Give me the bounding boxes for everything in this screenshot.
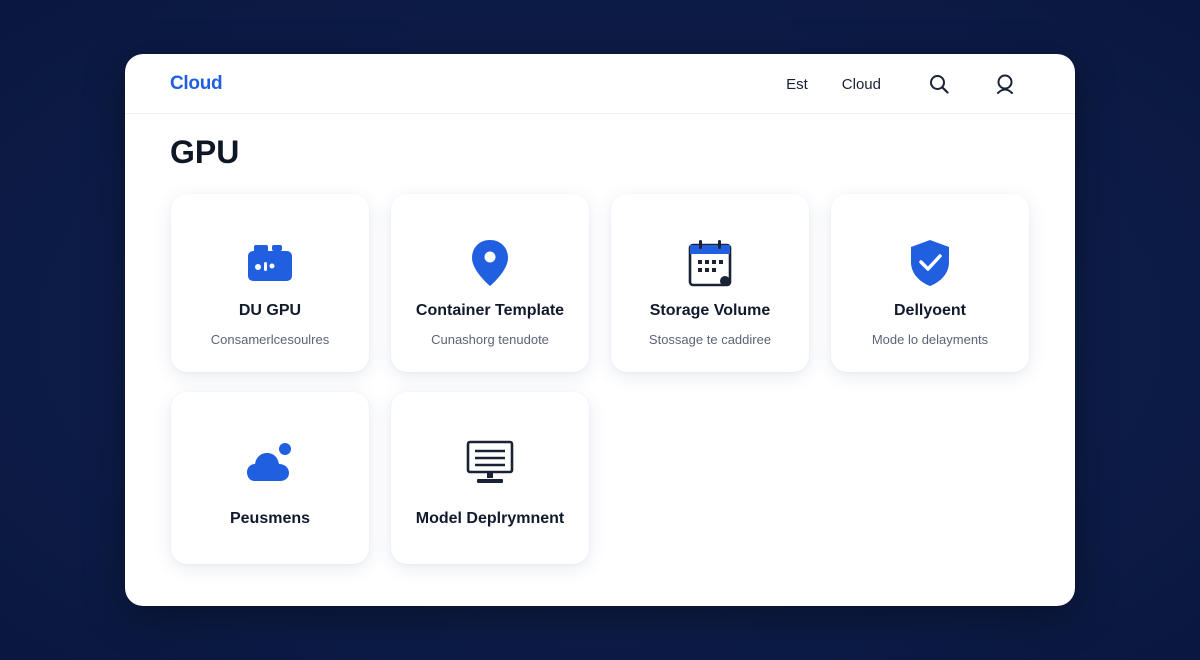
card-title: Storage Volume bbox=[649, 302, 771, 319]
top-nav-bar: Cloud Est Cloud bbox=[125, 54, 1075, 114]
card-description: Cunashorg tenudote bbox=[431, 332, 549, 347]
shield-check-icon bbox=[905, 238, 955, 288]
nav-link-est[interactable]: Est bbox=[786, 76, 808, 93]
card-description: Mode lo delayments bbox=[871, 332, 989, 347]
card-title: Peusmens bbox=[229, 510, 311, 527]
page-title: GPU bbox=[170, 134, 240, 170]
logo[interactable]: Cloud bbox=[170, 73, 223, 95]
card-du-gpu[interactable]: DU GPU Consamerlcesoulres bbox=[171, 194, 369, 372]
card-title: DU GPU bbox=[238, 302, 302, 319]
card-storage-volume[interactable]: Storage Volume Stossage te caddiree bbox=[611, 194, 809, 372]
monitor-icon bbox=[465, 438, 515, 488]
card-description: Stossage te caddiree bbox=[648, 332, 772, 347]
card-title: Dellyoent bbox=[893, 302, 966, 319]
card-container-template[interactable]: Container Template Cunashorg tenudote bbox=[391, 194, 589, 372]
nav-link-cloud[interactable]: Cloud bbox=[842, 76, 881, 93]
calendar-icon bbox=[685, 238, 735, 288]
card-deployment[interactable]: Dellyoent Mode lo delayments bbox=[831, 194, 1029, 372]
cloud-icon bbox=[245, 438, 295, 488]
gpu-icon bbox=[245, 238, 295, 288]
app-window: Cloud Est Cloud GPU DU GPU Consamerlceso… bbox=[125, 54, 1075, 606]
nav-menu: Est Cloud bbox=[786, 54, 1017, 114]
card-description: Consamerlcesoulres bbox=[210, 332, 330, 347]
search-icon[interactable] bbox=[927, 72, 951, 96]
card-title: Model Deplrymnent bbox=[415, 510, 565, 527]
location-pin-icon bbox=[465, 238, 515, 288]
card-model-deployment[interactable]: Model Deplrymnent bbox=[391, 392, 589, 564]
card-title: Container Template bbox=[415, 302, 565, 319]
user-icon[interactable] bbox=[993, 72, 1017, 96]
card-permissions[interactable]: Peusmens bbox=[171, 392, 369, 564]
